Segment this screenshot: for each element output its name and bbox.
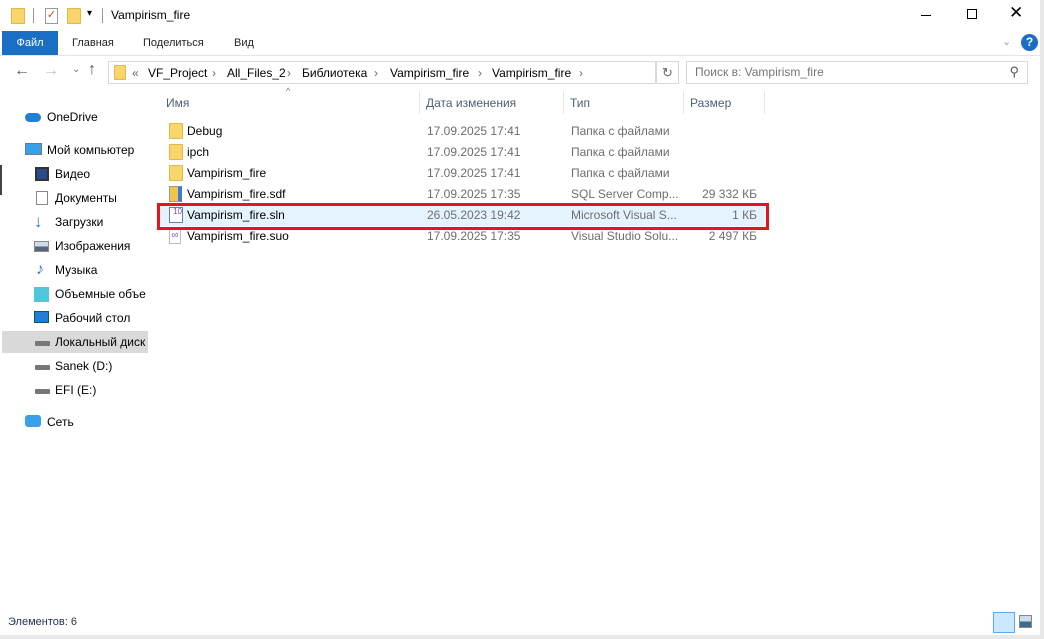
large-icons-view-button[interactable] [1019,615,1032,628]
up-button[interactable]: ↑ [88,61,96,79]
back-button[interactable]: ← [14,62,30,80]
folder-icon [11,8,25,24]
expand-ribbon-icon[interactable]: ⌄ [1002,35,1011,48]
close-button[interactable]: ✕ [1009,3,1023,23]
nav-item-drive-d[interactable]: Sanek (D:) [0,355,146,377]
chevron-right-icon[interactable]: › [212,66,216,80]
breadcrumb-item[interactable]: Vampirism_fire [492,66,571,80]
document-icon [36,191,48,205]
minimize-button[interactable] [921,15,931,16]
file-row[interactable]: ipch 17.09.2025 17:41 Папка с файлами [160,142,765,163]
video-icon [35,167,49,181]
cube-icon [34,287,49,302]
column-header-type[interactable]: Тип [564,92,684,114]
properties-icon[interactable]: ✓ [45,8,58,24]
chevron-right-icon[interactable]: › [478,66,482,80]
nav-item-pictures[interactable]: Изображения [0,235,146,257]
maximize-button[interactable] [967,9,977,19]
tab-view[interactable]: Вид [234,31,254,55]
suo-file-icon: ∞ [169,228,181,244]
recent-locations-icon[interactable]: ⌄ [72,64,80,75]
file-row-selected[interactable]: 10 Vampirism_fire.sln 26.05.2023 19:42 Micr… [160,205,765,226]
new-folder-icon[interactable] [67,8,81,24]
chevron-right-icon[interactable]: › [287,66,291,80]
nav-item-network[interactable]: Сеть [0,411,146,433]
help-icon[interactable]: ? [1021,34,1038,51]
music-icon: ♪ [36,261,44,278]
search-box[interactable]: ⚲ [686,61,1028,84]
breadcrumb-overflow[interactable]: « [132,66,139,80]
address-bar[interactable]: « VF_Project › All_Files_2 › Библиотека … [108,61,656,84]
refresh-button[interactable]: ↻ [656,61,679,84]
tab-share[interactable]: Поделиться [143,31,204,55]
nav-item-drive-e[interactable]: EFI (E:) [0,379,146,401]
column-header-name[interactable]: Имя [160,92,420,114]
window-title: Vampirism_fire [111,8,191,22]
breadcrumb-item[interactable]: All_Files_2 [227,66,286,80]
nav-item-music[interactable]: ♪ Музыка [0,259,146,281]
download-icon: ↓ [34,212,43,231]
nav-item-onedrive[interactable]: OneDrive [0,106,146,128]
drive-icon [35,341,50,346]
window-edge [0,635,1044,639]
file-row[interactable]: ∞ Vampirism_fire.suo 17.09.2025 17:35 Visua… [160,226,765,247]
file-row[interactable]: Debug 17.09.2025 17:41 Папка с файлами [160,121,765,142]
divider [102,8,103,23]
desktop-icon [34,311,49,323]
file-row[interactable]: Vampirism_fire 17.09.2025 17:41 Папка с фа… [160,163,765,184]
folder-icon [169,165,183,181]
column-header-date[interactable]: Дата изменения [420,92,564,114]
cloud-icon [25,113,41,122]
title-bar: ✓ ▾ Vampirism_fire ✕ [0,0,1044,31]
divider [33,8,34,23]
picture-icon [34,241,49,252]
search-input[interactable] [695,65,995,79]
nav-item-videos[interactable]: Видео [0,163,146,185]
scroll-indicator [0,165,2,195]
breadcrumb-item[interactable]: VF_Project [148,66,207,80]
chevron-right-icon[interactable]: › [374,66,378,80]
file-row[interactable]: Vampirism_fire.sdf 17.09.2025 17:35 SQL Se… [160,184,765,205]
nav-item-downloads[interactable]: ↓ Загрузки [0,211,146,233]
nav-item-local-disk[interactable]: Локальный диск [2,331,148,353]
nav-item-documents[interactable]: Документы [0,187,146,209]
column-header-size[interactable]: Размер [684,92,765,114]
status-item-count: Элементов: 6 [8,616,77,628]
network-icon [25,415,41,427]
window-edge [1040,0,1044,639]
folder-icon [169,123,183,139]
nav-item-3d-objects[interactable]: Объемные объекты [0,283,146,305]
solution-file-icon: 10 [169,207,183,223]
computer-icon [25,143,42,155]
drive-icon [35,365,50,370]
navigation-pane: OneDrive Мой компьютер Видео Документы ↓… [0,92,148,610]
tab-file[interactable]: Файл [2,31,58,55]
breadcrumb-item[interactable]: Библиотека [302,66,367,80]
breadcrumb-item[interactable]: Vampirism_fire [390,66,469,80]
chevron-right-icon[interactable]: › [579,66,583,80]
database-file-icon [169,186,182,202]
tab-home[interactable]: Главная [72,31,114,55]
nav-item-this-pc[interactable]: Мой компьютер [0,139,146,161]
folder-icon [169,144,183,160]
search-icon[interactable]: ⚲ [1009,64,1019,80]
drive-icon [35,389,50,394]
nav-item-desktop[interactable]: Рабочий стол [0,307,146,329]
forward-button[interactable]: → [43,62,59,80]
folder-icon [114,65,126,80]
ribbon: Файл Главная Поделиться Вид ⌄ ? [0,31,1044,56]
quick-access-dropdown-icon[interactable]: ▾ [87,8,92,19]
details-view-button[interactable] [993,612,1015,633]
